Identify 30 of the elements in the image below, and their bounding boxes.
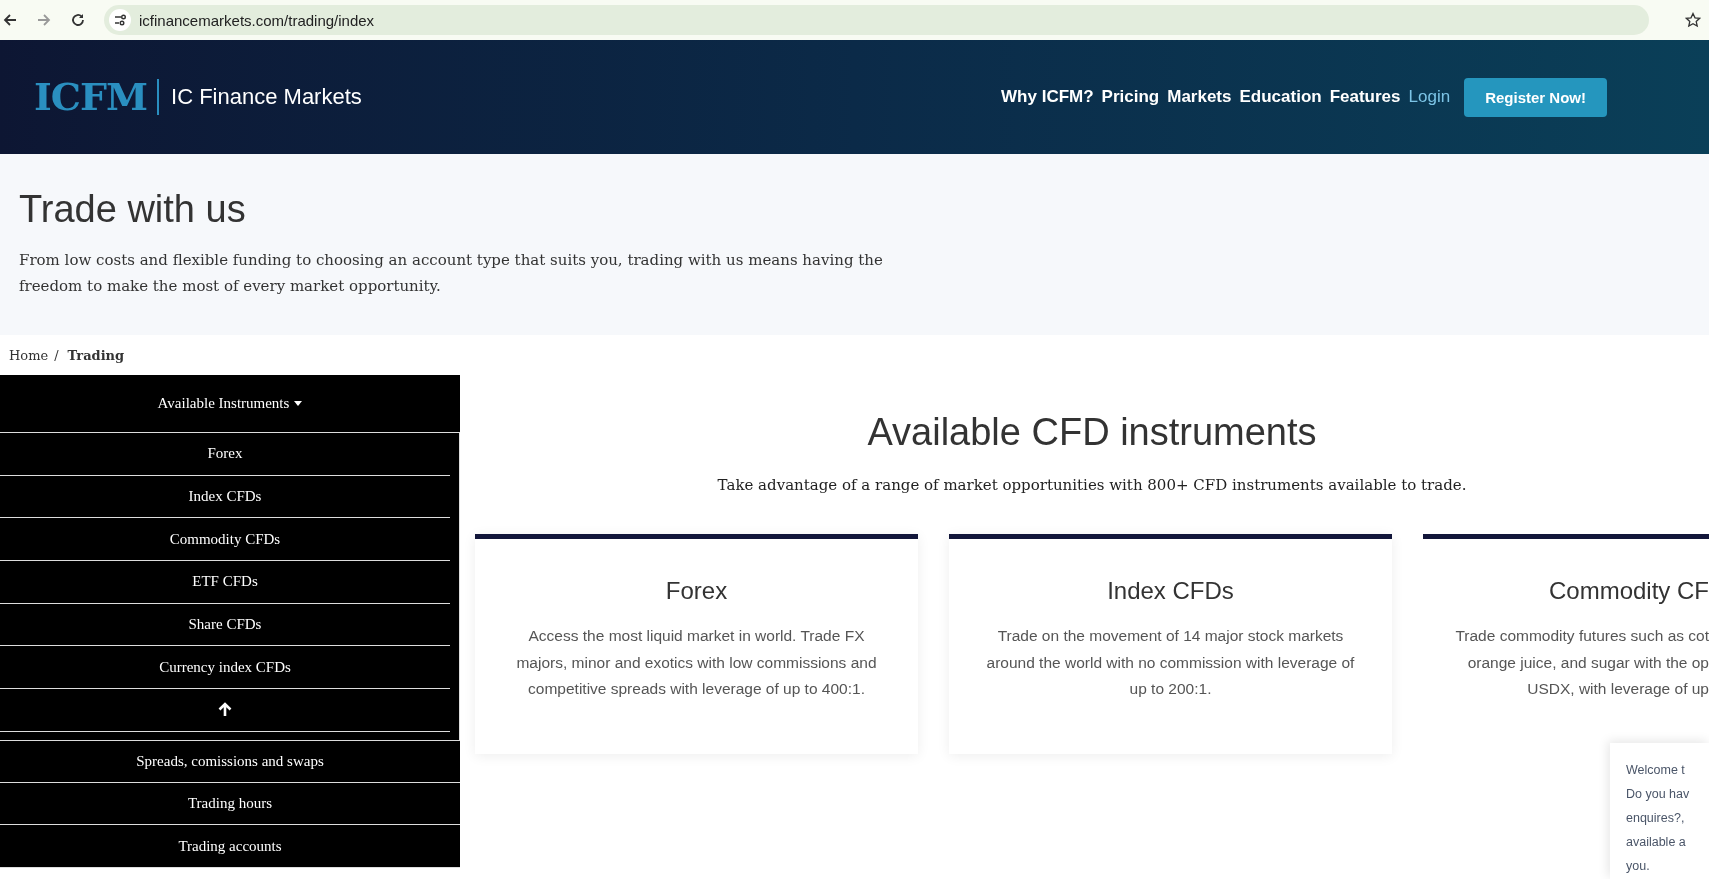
nav-link[interactable]: Pricing xyxy=(1101,87,1160,107)
address-bar[interactable]: icfinancemarkets.com/trading/index xyxy=(104,5,1649,35)
chat-message: Welcome t Do you hav enquires?, available a you. xyxy=(1626,762,1691,875)
breadcrumb-current: Trading xyxy=(67,347,125,363)
star-icon[interactable] xyxy=(1685,12,1701,28)
hero-text: From low costs and flexible funding to choosing an account type that suits you, trading with us means having the freedom to make the most of every market opportunity. xyxy=(19,250,884,297)
nav-link[interactable]: Markets xyxy=(1167,87,1232,107)
breadcrumb-separator: / xyxy=(54,347,59,363)
card-description: Trade commodity futures such as cot orange juice, and sugar with the op USDX, with leverage of up xyxy=(1454,626,1709,699)
nav-link[interactable]: Features xyxy=(1329,87,1401,107)
site-info-icon[interactable] xyxy=(109,9,131,31)
hero-title: Trade with us xyxy=(19,188,247,231)
card-title: Commodity CF xyxy=(1547,577,1709,605)
card-description: Trade on the movement of 14 major stock markets around the world with no commission with leverage of up to 200:1. xyxy=(985,626,1356,699)
back-icon[interactable] xyxy=(2,12,18,28)
section-title: Available CFD instruments xyxy=(866,411,1318,454)
logo-text[interactable]: ICFM xyxy=(34,79,160,115)
url-text: icfinancemarkets.com/trading/index xyxy=(139,11,375,29)
reload-icon[interactable] xyxy=(70,12,86,28)
arrow-up-icon xyxy=(218,702,232,718)
nav-link[interactable]: Education xyxy=(1239,87,1322,107)
section-subtitle: Take advantage of a range of market opportunities with 800+ CFD instruments available to trade. xyxy=(716,476,1468,494)
card-description: Access the most liquid market in world. Trade FX majors, minor and exotics with low commissions and competitive spreads with leverage of up to 400:1. xyxy=(515,626,878,699)
nav-link[interactable]: Why ICFM? xyxy=(1001,87,1094,107)
brand-name[interactable]: IC Finance Markets xyxy=(171,84,362,110)
card-title: Forex xyxy=(664,577,729,605)
breadcrumb-link[interactable]: Home xyxy=(9,347,49,363)
login-link[interactable]: Login xyxy=(1408,87,1451,107)
card-title: Index CFDs xyxy=(1106,577,1235,605)
caret-icon xyxy=(294,401,303,406)
